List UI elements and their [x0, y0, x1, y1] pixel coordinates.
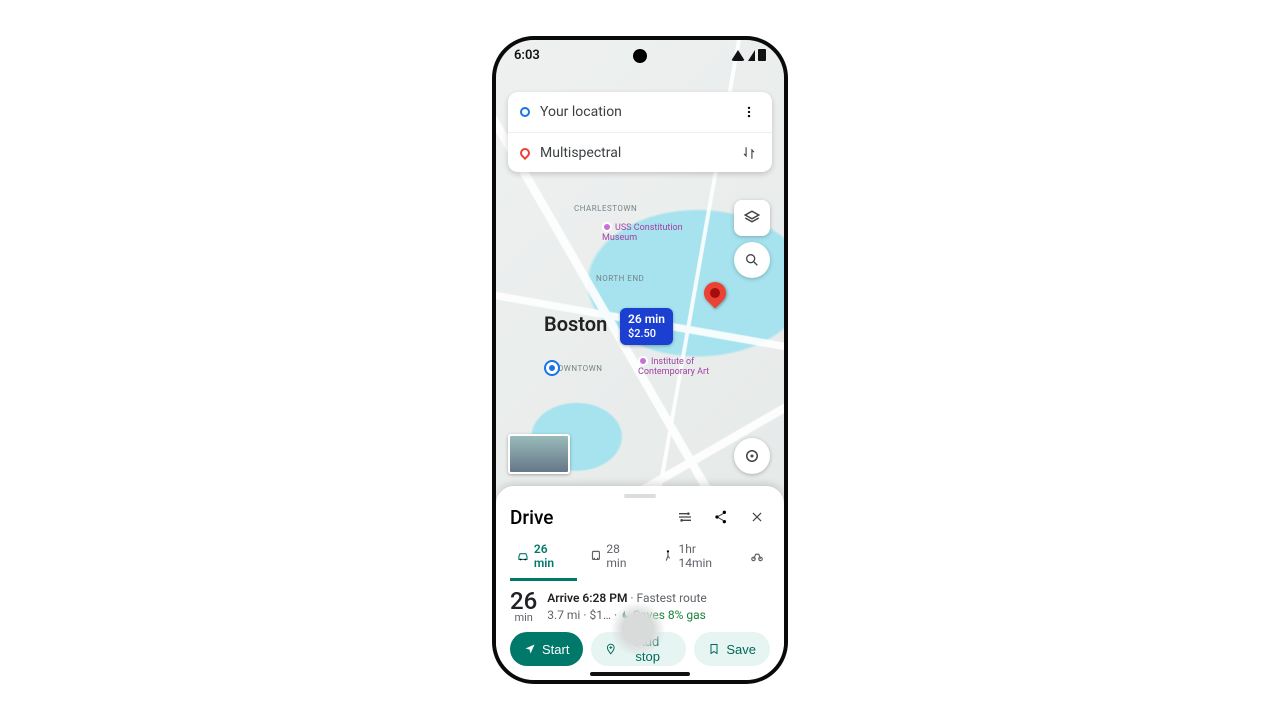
search-icon: [744, 252, 760, 268]
car-icon: [516, 549, 530, 563]
poi-ica[interactable]: Institute of Contemporary Art: [638, 356, 728, 378]
tune-icon: [677, 509, 693, 525]
arrival-note: Fastest route: [637, 591, 707, 605]
destination-row[interactable]: Multispectral: [508, 132, 772, 172]
route-info-badge[interactable]: 26 min $2.50: [620, 308, 673, 345]
bookmark-icon: [708, 643, 720, 655]
route-options-button[interactable]: [672, 504, 698, 530]
action-row: Start Add stop Save: [510, 632, 770, 666]
route-detail-text: Arrive 6:28 PM · Fastest route 3.7 mi · …: [547, 591, 707, 622]
close-icon: [750, 510, 764, 524]
directions-sheet[interactable]: Drive 26 min 28 min 1hr 14min: [496, 486, 784, 680]
route-summary: 26 min Arrive 6:28 PM · Fastest route 3.…: [510, 591, 770, 622]
route-distance: 3.7 mi: [547, 608, 580, 622]
close-sheet-button[interactable]: [744, 504, 770, 530]
swap-button[interactable]: [738, 142, 760, 164]
tab-drive[interactable]: 26 min: [510, 538, 577, 581]
layers-button[interactable]: [734, 200, 770, 236]
poi-uss-constitution[interactable]: USS Constitution Museum: [602, 222, 692, 244]
swap-icon: [742, 146, 756, 160]
origin-field[interactable]: Your location: [540, 104, 728, 120]
map-city-label: Boston: [544, 312, 607, 336]
museum-icon: [602, 222, 612, 232]
route-cost: $1…: [589, 608, 611, 622]
transit-icon: [589, 549, 603, 563]
arrival-time: Arrive 6:28 PM: [547, 591, 627, 605]
tab-walk[interactable]: 1hr 14min: [655, 538, 738, 581]
destination-dot-icon: [518, 145, 532, 159]
origin-row[interactable]: Your location: [508, 92, 772, 132]
sheet-grabber[interactable]: [624, 494, 656, 498]
locate-icon: [743, 447, 761, 465]
destination-field[interactable]: Multispectral: [540, 145, 728, 161]
add-stop-button[interactable]: Add stop: [591, 632, 686, 666]
status-bar: 6:03: [496, 40, 784, 70]
gesture-bar[interactable]: [590, 672, 690, 676]
add-location-icon: [605, 643, 617, 655]
sheet-header: Drive: [510, 504, 770, 530]
wifi-icon: [731, 50, 745, 61]
streetview-thumbnail[interactable]: [508, 434, 570, 474]
status-icons: [731, 49, 766, 61]
kebab-icon: [742, 105, 756, 119]
tab-bike[interactable]: [744, 538, 770, 581]
bike-icon: [750, 549, 764, 563]
battery-icon: [758, 49, 766, 61]
share-button[interactable]: [708, 504, 734, 530]
punch-hole-camera: [633, 49, 647, 63]
start-button[interactable]: Start: [510, 632, 583, 666]
directions-card: Your location Multispectral: [508, 92, 772, 172]
travel-mode-tabs: 26 min 28 min 1hr 14min: [510, 538, 770, 581]
neighborhood-downtown: DOWNTOWN: [552, 364, 602, 373]
phone-frame: 6:03 Boston CHARLESTOWN NORTH END DOWNTO…: [492, 36, 788, 684]
more-options-button[interactable]: [738, 101, 760, 123]
layers-icon: [743, 209, 761, 227]
route-origin-marker: [546, 362, 558, 374]
museum-icon: [638, 356, 648, 366]
recenter-button[interactable]: [734, 438, 770, 474]
walk-icon: [661, 549, 675, 563]
neighborhood-north-end: NORTH END: [596, 274, 644, 283]
save-button[interactable]: Save: [694, 632, 770, 666]
search-along-route-button[interactable]: [734, 242, 770, 278]
route-badge-duration: 26 min: [628, 312, 665, 327]
status-time: 6:03: [514, 48, 540, 63]
sheet-title: Drive: [510, 506, 662, 529]
origin-dot-icon: [520, 107, 530, 117]
navigate-icon: [524, 643, 536, 655]
signal-icon: [748, 50, 755, 61]
share-icon: [713, 509, 729, 525]
leaf-icon: [620, 610, 630, 620]
neighborhood-charlestown: CHARLESTOWN: [574, 204, 637, 213]
tab-transit[interactable]: 28 min: [583, 538, 649, 581]
route-badge-cost: $2.50: [628, 327, 665, 341]
fuel-savings: Saves 8% gas: [620, 608, 706, 622]
duration-big: 26 min: [510, 591, 537, 622]
